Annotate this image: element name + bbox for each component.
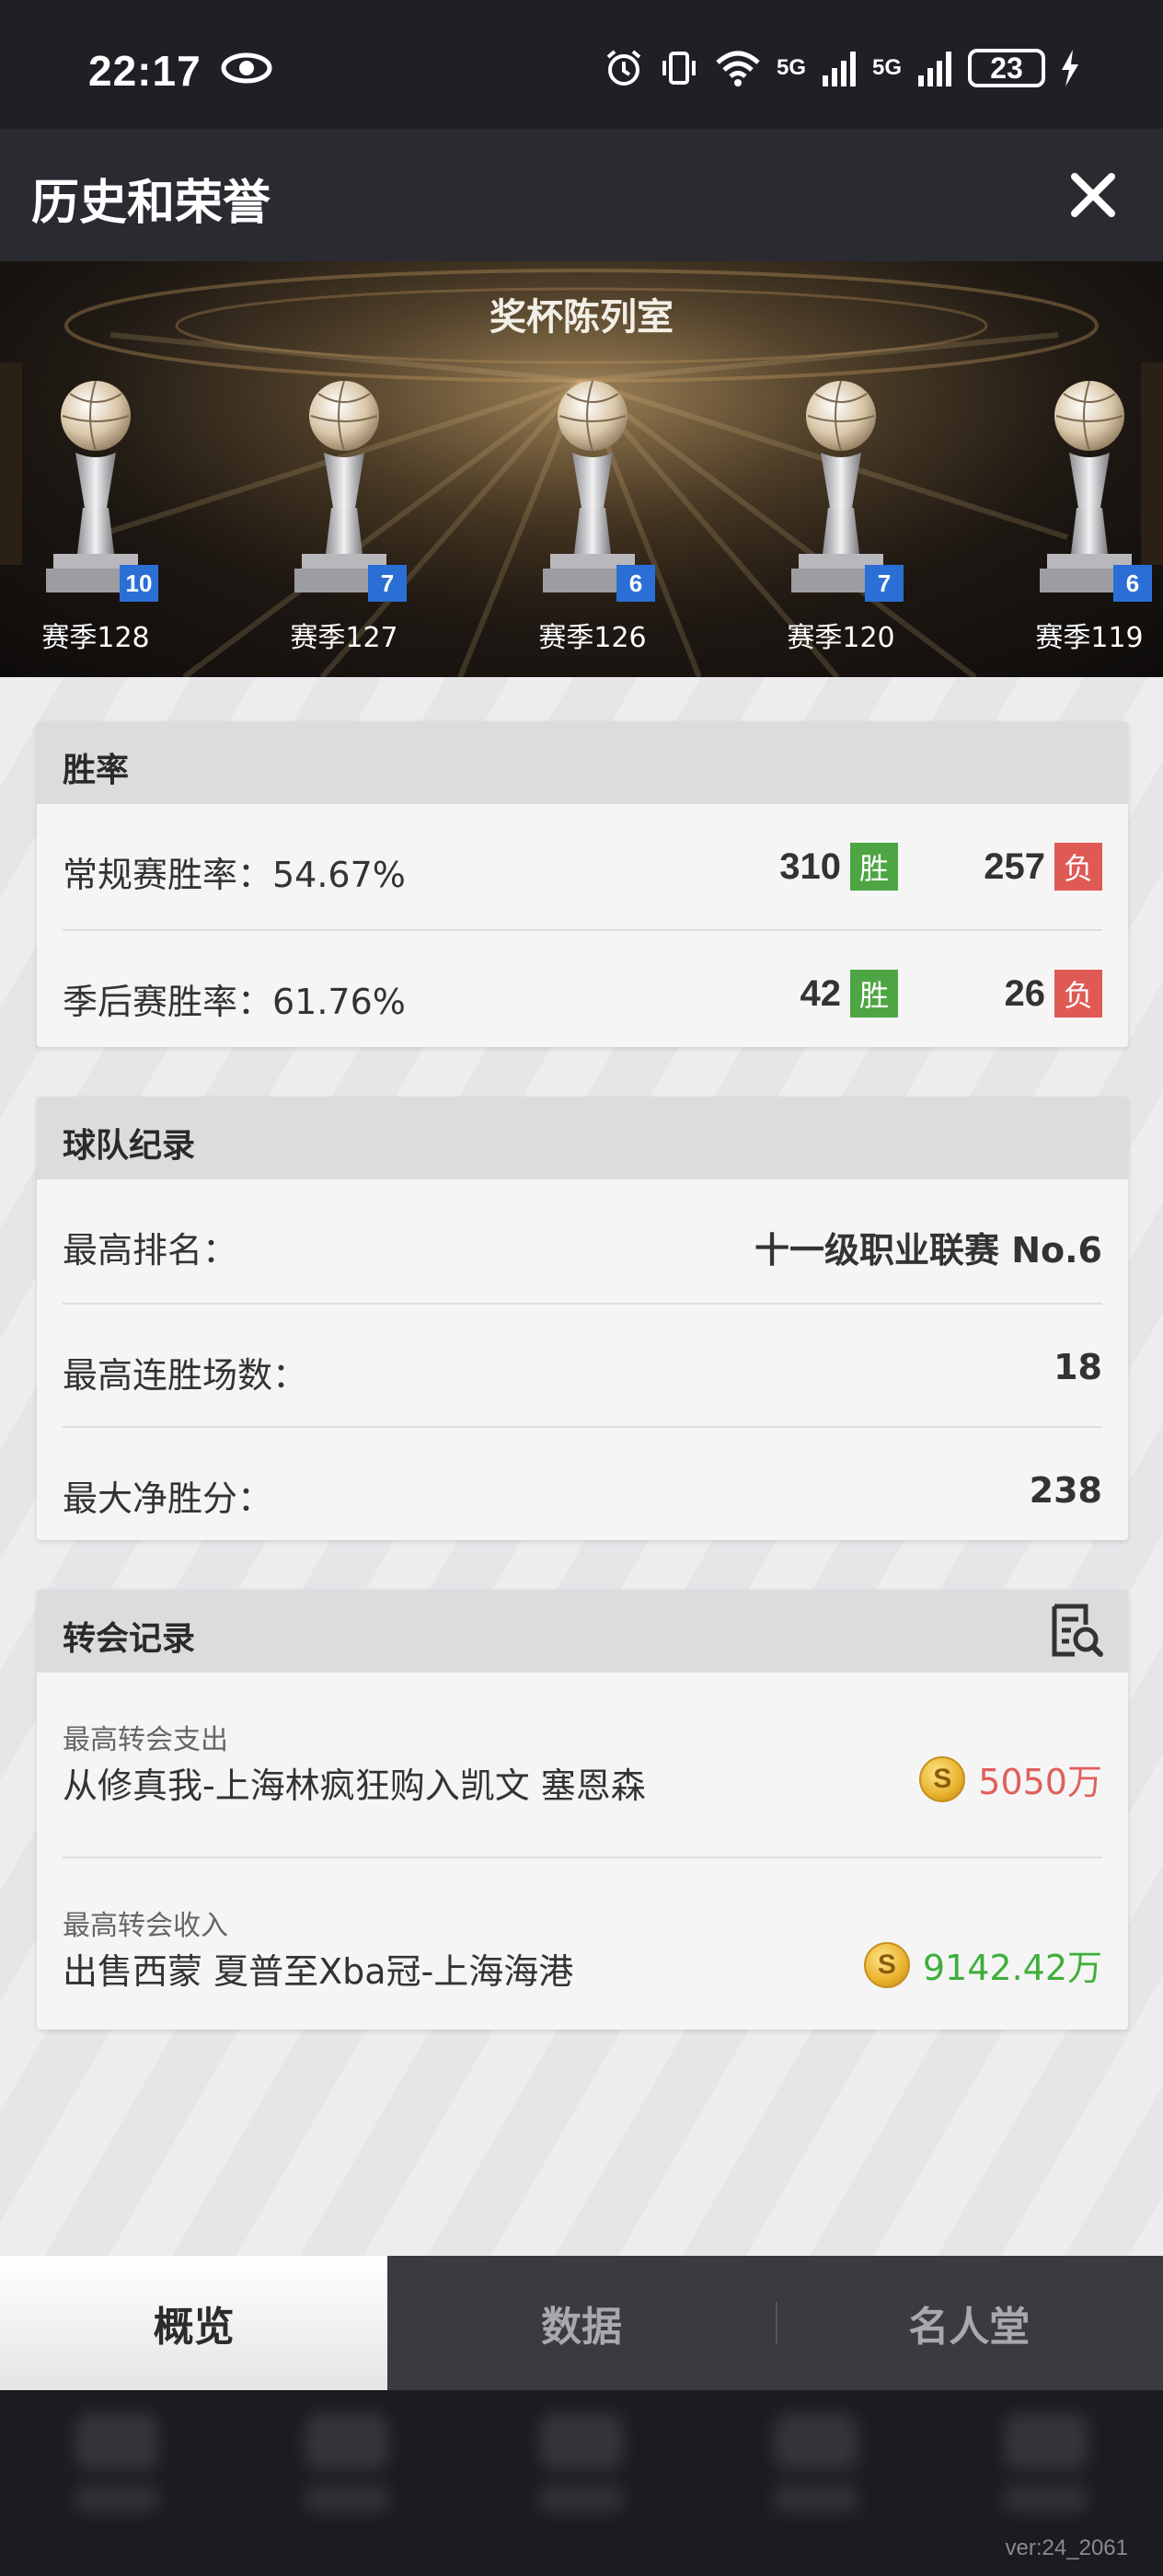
search-record-icon[interactable] — [1049, 1603, 1104, 1660]
bottom-tab-bar: 概览 数据 名人堂 — [0, 2256, 1163, 2390]
signal-icon — [822, 52, 856, 86]
record-label: 最高排名： — [63, 1230, 238, 1271]
trophy-season-label: 赛季128 — [41, 622, 150, 654]
trophy-item[interactable]: 6 赛季119 — [997, 370, 1163, 664]
trophy-item[interactable]: 7 赛季120 — [749, 370, 933, 664]
trophy-season-label: 赛季120 — [787, 622, 895, 654]
tab-overview[interactable]: 概览 — [0, 2256, 388, 2390]
transfer-record-card: 转会记录 最高转会支出 从修真我-上海林疯狂购入凯文 塞恩森 S 5050万 最… — [37, 1590, 1128, 2030]
network-label-1: 5G — [776, 55, 806, 80]
regular-season-row: 常规赛胜率：54.67% 310 胜 257 负 — [63, 804, 1102, 929]
trophy-item[interactable]: 6 赛季126 — [501, 370, 685, 664]
transfer-description: 出售西蒙 夏普至Xba冠-上海海港 — [63, 1951, 574, 1992]
record-row: 最高连胜场数： 18 — [63, 1303, 1102, 1426]
amount-text: 5050万 — [978, 1762, 1102, 1802]
nav-placeholder — [996, 2414, 1097, 2534]
record-value: 18 — [1054, 1347, 1102, 1387]
transfer-description: 从修真我-上海林疯狂购入凯文 塞恩森 — [63, 1765, 646, 1806]
win-rate-card: 胜率 常规赛胜率：54.67% 310 胜 257 负 季后赛胜率：61.76%… — [37, 721, 1128, 1047]
win-tag: 胜 — [850, 843, 898, 891]
playoff-wins: 42 胜 — [800, 970, 898, 1018]
record-row: 最大净胜分： 238 — [63, 1426, 1102, 1540]
trophy-icon — [294, 380, 394, 592]
loss-tag: 负 — [1054, 970, 1102, 1018]
version-label: ver:24_2061 — [1005, 2536, 1128, 2560]
nav-placeholder — [66, 2414, 167, 2534]
close-icon[interactable] — [1067, 169, 1119, 221]
trophy-icon — [46, 380, 145, 592]
wins-count: 42 — [800, 972, 842, 1014]
trophy-season-label: 赛季126 — [538, 622, 647, 654]
trophy-item[interactable]: 7 赛季127 — [252, 370, 436, 664]
transfer-amount: S 5050万 — [919, 1754, 1102, 1804]
record-row: 最高排名： 十一级职业联赛 No.6 — [63, 1179, 1102, 1303]
nav-placeholder — [531, 2414, 632, 2534]
eye-icon — [221, 52, 272, 84]
network-label-2: 5G — [871, 55, 902, 80]
nav-placeholder — [296, 2414, 397, 2534]
status-bar: 22:17 5G 5G 23 — [0, 0, 1163, 129]
trophy-icon — [791, 380, 891, 592]
team-record-card: 球队纪录 最高排名： 十一级职业联赛 No.6 最高连胜场数： 18 最大净胜分… — [37, 1097, 1128, 1540]
record-label: 最高连胜场数： — [63, 1355, 308, 1396]
playoff-win-rate: 季后赛胜率：61.76% — [63, 982, 406, 1022]
trophy-room-title: 奖杯陈列室 — [489, 296, 674, 339]
trophy-count-badge: 6 — [1113, 565, 1152, 602]
losses-count: 26 — [1004, 972, 1046, 1014]
wins-count: 310 — [779, 845, 841, 887]
trophy-count-badge: 6 — [616, 565, 655, 602]
amount-text: 9142.42万 — [922, 1948, 1102, 1988]
card-title: 胜率 — [63, 752, 130, 789]
trophy-room-banner: 奖杯陈列室 10 赛季128 7 赛季127 6 赛季126 7 赛季120 6 赛季119 — [0, 261, 1163, 677]
nav-placeholder — [766, 2414, 867, 2534]
card-header: 转会记录 — [37, 1590, 1128, 1673]
coin-icon: S — [863, 1941, 910, 1988]
coin-icon: S — [919, 1755, 966, 1802]
trophy-item[interactable]: 10 赛季128 — [4, 370, 188, 664]
trophy-season-label: 赛季127 — [290, 622, 398, 654]
bottom-nav-blurred: ver:24_2061 — [0, 2390, 1163, 2576]
record-label: 最大净胜分： — [63, 1478, 273, 1519]
transfer-expense-row: 最高转会支出 从修真我-上海林疯狂购入凯文 塞恩森 S 5050万 — [63, 1673, 1102, 1857]
tab-data[interactable]: 数据 — [387, 2256, 775, 2390]
signal-icon-2 — [918, 52, 951, 86]
regular-wins: 310 胜 — [779, 843, 898, 891]
trophy-count-badge: 7 — [865, 565, 904, 602]
page-title: 历史和荣誉 — [31, 176, 271, 231]
trophy-icon — [543, 380, 642, 592]
trophy-count-badge: 7 — [368, 565, 407, 602]
loss-tag: 负 — [1054, 843, 1102, 891]
playoff-losses: 26 负 — [1004, 970, 1102, 1018]
transfer-income-row: 最高转会收入 出售西蒙 夏普至Xba冠-上海海港 S 9142.42万 — [63, 1857, 1102, 2030]
record-value: 十一级职业联赛 No.6 — [754, 1230, 1102, 1271]
regular-losses: 257 负 — [984, 843, 1102, 891]
tab-hall-of-fame[interactable]: 名人堂 — [775, 2256, 1163, 2390]
win-tag: 胜 — [850, 970, 898, 1018]
wifi-icon — [716, 51, 760, 86]
card-title: 转会记录 — [63, 1620, 196, 1658]
close-button[interactable] — [1060, 162, 1126, 228]
trophy-count-badge: 10 — [120, 565, 158, 602]
vibrate-icon — [662, 52, 696, 85]
alarm-icon — [606, 50, 641, 86]
battery-indicator: 23 — [968, 49, 1045, 87]
regular-season-win-rate: 常规赛胜率：54.67% — [63, 855, 406, 895]
card-header: 球队纪录 — [37, 1097, 1128, 1179]
playoff-row: 季后赛胜率：61.76% 42 胜 26 负 — [63, 929, 1102, 1047]
card-title: 球队纪录 — [63, 1127, 196, 1165]
transfer-amount: S 9142.42万 — [863, 1939, 1102, 1990]
status-icons: 5G 5G 23 — [604, 48, 1080, 88]
card-header: 胜率 — [37, 721, 1128, 804]
trophy-season-label: 赛季119 — [1035, 622, 1144, 654]
status-time: 22:17 — [88, 47, 202, 95]
losses-count: 257 — [984, 845, 1045, 887]
page-header: 历史和荣誉 — [0, 129, 1163, 261]
charging-icon — [1062, 50, 1078, 86]
record-value: 238 — [1029, 1470, 1102, 1511]
transfer-subtitle: 最高转会支出 — [63, 1724, 228, 1756]
transfer-subtitle: 最高转会收入 — [63, 1910, 228, 1942]
